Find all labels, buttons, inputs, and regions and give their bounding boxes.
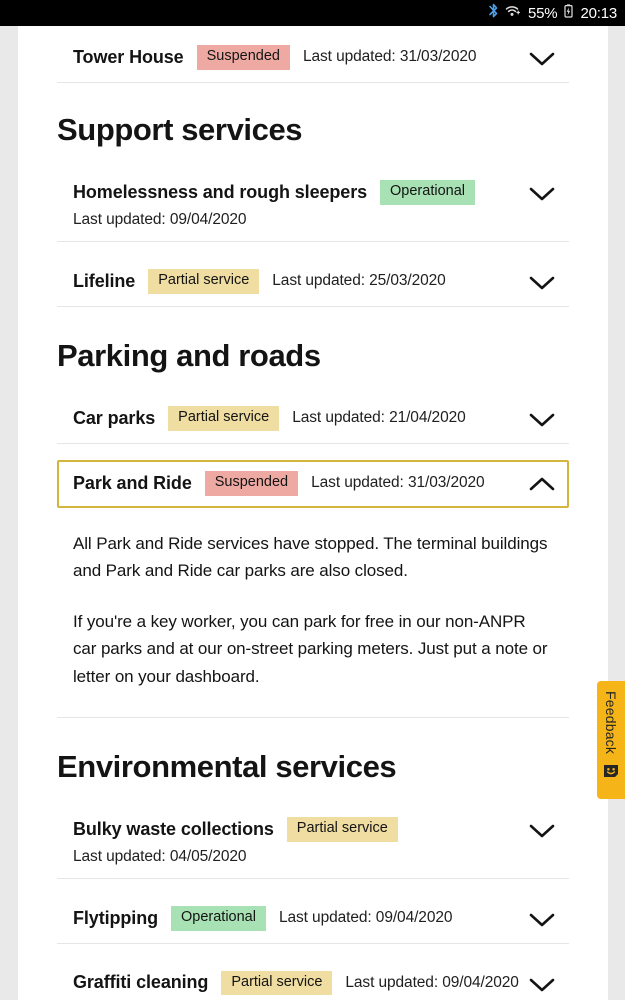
body-paragraph: If you're a key worker, you can park for… bbox=[73, 611, 548, 686]
accordion-row[interactable]: Car parks Partial service Last updated: 21… bbox=[57, 395, 569, 444]
accordion-row[interactable]: Homelessness and rough sleepers Operation… bbox=[57, 169, 569, 242]
clock-label: 20:13 bbox=[580, 4, 617, 22]
chevron-down-icon[interactable] bbox=[527, 974, 557, 996]
battery-percent-label: 55% bbox=[528, 4, 558, 22]
status-badge: Suspended bbox=[204, 470, 299, 496]
chevron-down-icon[interactable] bbox=[527, 272, 557, 294]
status-badge: Partial service bbox=[168, 406, 280, 431]
chevron-up-icon[interactable] bbox=[527, 474, 557, 496]
status-badge: Operational bbox=[170, 905, 266, 931]
top-spacer bbox=[57, 26, 569, 34]
accordion-row-header: Graffiti cleaning Partial service Last upd… bbox=[73, 970, 569, 996]
row-spacer bbox=[57, 879, 569, 895]
row-spacer bbox=[57, 944, 569, 960]
last-updated-label: Last updated: 04/05/2020 bbox=[73, 847, 247, 865]
battery-icon bbox=[563, 3, 574, 24]
accordion-row[interactable]: Tower House Suspended Last updated: 31/03/… bbox=[57, 34, 569, 83]
last-updated-label: Last updated: 21/04/2020 bbox=[292, 409, 466, 427]
page-canvas: Tower House Suspended Last updated: 31/03/… bbox=[18, 26, 608, 1000]
status-badge: Operational bbox=[380, 180, 475, 205]
status-badge: Partial service bbox=[286, 816, 398, 842]
row-spacer bbox=[57, 444, 569, 460]
accordion-row-header: Homelessness and rough sleepers Operation… bbox=[73, 180, 569, 205]
status-badge: Partial service bbox=[148, 268, 260, 294]
heading-spacer bbox=[57, 784, 569, 806]
accordion-row-header: Flytipping Operational Last updated: 09/04… bbox=[73, 905, 569, 931]
section-heading: Parking and roads bbox=[57, 337, 321, 373]
accordion-row-header: Bulky waste collections Partial service bbox=[73, 816, 569, 842]
browser-viewport: Tower House Suspended Last updated: 31/03/… bbox=[0, 26, 625, 1000]
body-paragraph: All Park and Ride services have stopped.… bbox=[73, 533, 548, 581]
accordion-row[interactable]: Graffiti cleaning Partial service Last upd… bbox=[57, 960, 569, 1000]
heading-spacer bbox=[57, 373, 569, 395]
last-updated-label: Last updated: 09/04/2020 bbox=[73, 210, 247, 228]
service-status-list: Tower House Suspended Last updated: 31/03/… bbox=[18, 26, 608, 1000]
feedback-label: Feedback bbox=[603, 691, 619, 755]
accordion-row[interactable]: Bulky waste collections Partial service La… bbox=[57, 806, 569, 879]
wifi-icon bbox=[505, 3, 522, 24]
bluetooth-icon bbox=[488, 3, 499, 24]
chevron-down-icon[interactable] bbox=[527, 909, 557, 931]
service-name: Car parks bbox=[73, 407, 156, 428]
accordion-row[interactable]: Flytipping Operational Last updated: 09/04… bbox=[57, 895, 569, 944]
status-badge: Suspended bbox=[196, 45, 290, 70]
accordion-row-header: Car parks Partial service Last updated: 21… bbox=[73, 406, 569, 431]
heading-spacer bbox=[57, 147, 569, 169]
last-updated-label: Last updated: 09/04/2020 bbox=[278, 909, 453, 927]
service-name: Park and Ride bbox=[73, 472, 192, 493]
accordion-row-header: Park and Ride Suspended Last updated: 31/0… bbox=[73, 470, 567, 496]
last-updated-label: Last updated: 25/03/2020 bbox=[272, 272, 446, 290]
row-spacer bbox=[57, 242, 569, 258]
last-updated-label: Last updated: 31/03/2020 bbox=[311, 474, 485, 492]
last-updated-label: Last updated: 31/03/2020 bbox=[302, 48, 477, 66]
status-badge: Partial service bbox=[221, 970, 333, 996]
chevron-down-icon[interactable] bbox=[527, 183, 557, 205]
service-name: Homelessness and rough sleepers bbox=[73, 182, 368, 202]
service-name: Tower House bbox=[73, 46, 184, 67]
android-status-bar: 55% 20:13 bbox=[0, 0, 625, 26]
service-name: Lifeline bbox=[73, 270, 136, 291]
feedback-tab-button[interactable]: Feedback bbox=[597, 681, 625, 799]
last-updated-label: Last updated: 09/04/2020 bbox=[345, 973, 519, 991]
chevron-down-icon[interactable] bbox=[527, 820, 557, 842]
accordion-row[interactable]: Park and Ride Suspended Last updated: 31/0… bbox=[57, 459, 569, 508]
accordion-row-header: Lifeline Partial service Last updated: 25/… bbox=[73, 268, 569, 294]
accordion-row[interactable]: Lifeline Partial service Last updated: 25/… bbox=[57, 258, 569, 307]
section-heading: Support services bbox=[57, 111, 303, 147]
accordion-row-header: Tower House Suspended Last updated: 31/03/… bbox=[73, 45, 569, 70]
smiley-face-icon bbox=[603, 764, 619, 783]
chevron-down-icon[interactable] bbox=[527, 409, 557, 431]
chevron-down-icon[interactable] bbox=[527, 48, 557, 70]
service-name: Flytipping bbox=[73, 907, 158, 928]
section-heading: Environmental services bbox=[57, 748, 397, 784]
accordion-body: All Park and Ride services have stopped.… bbox=[57, 508, 569, 718]
service-name: Graffiti cleaning bbox=[73, 972, 209, 993]
service-name: Bulky waste collections bbox=[73, 818, 274, 839]
